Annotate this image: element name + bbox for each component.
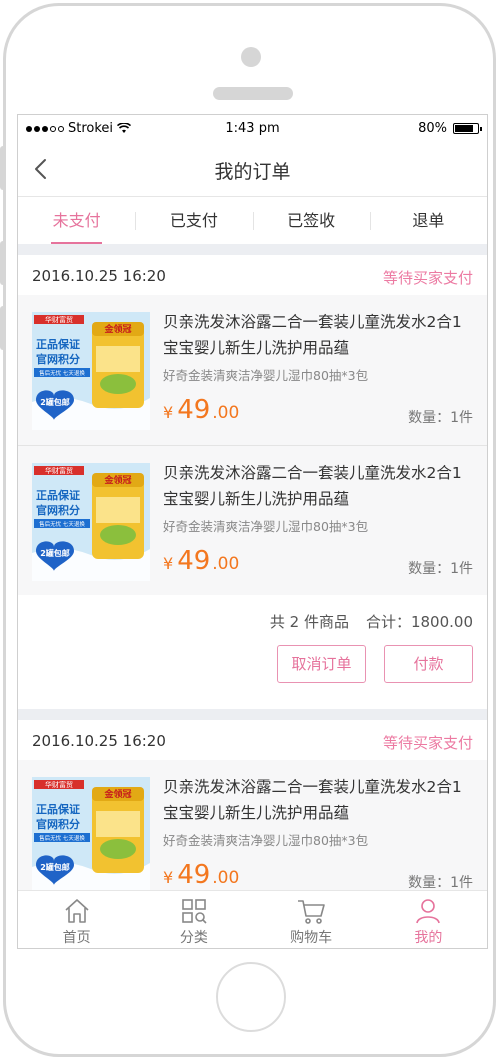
- svg-text:官网积分: 官网积分: [36, 817, 80, 831]
- svg-text:售后无忧 七天退换: 售后无忧 七天退换: [39, 369, 85, 377]
- tab-signed[interactable]: 已签收: [252, 198, 370, 244]
- order-status-tabs: 未支付 已支付 已签收 退单: [18, 198, 487, 244]
- price-integer: 49: [177, 546, 211, 576]
- svg-text:2罐包邮: 2罐包邮: [40, 548, 70, 558]
- product-spec: 好奇金装清爽洁净婴儿湿巾80抽*3包: [163, 833, 369, 848]
- product-spec: 好奇金装清爽洁净婴儿湿巾80抽*3包: [163, 519, 369, 534]
- category-icon: [182, 899, 207, 924]
- item-count: 共 2 件商品: [269, 613, 349, 631]
- user-icon: [416, 899, 441, 924]
- svg-text:华财富贸: 华财富贸: [45, 466, 73, 475]
- order-status: 等待买家支付: [382, 734, 473, 752]
- product-price: ¥ 49 .00: [163, 860, 239, 890]
- home-icon: [65, 899, 89, 923]
- status-bar: Strokei 1:43 pm 80%: [18, 115, 487, 141]
- order-item[interactable]: 华财富贸 金领冠 正品保证 官网积分 售后无忧 七天退换 2罐包邮 贝亲洗发沐浴…: [18, 295, 487, 445]
- product-title: 贝亲洗发沐浴露二合一套装儿童洗发水2合1宝宝婴儿新生儿洗护用品蕴: [163, 464, 462, 508]
- tab-paid[interactable]: 已支付: [135, 198, 252, 244]
- product-photo: 华财富贸 金领冠 正品保证 官网积分 售后无忧 七天退换 2罐包邮: [32, 777, 150, 895]
- order-card[interactable]: 2016.10.25 16:20 等待买家支付 华财富贸 金领冠 正品保证 官网…: [18, 720, 487, 910]
- order-item[interactable]: 华财富贸 金领冠 正品保证 官网积分 售后无忧 七天退换 2罐包邮 贝亲洗发沐浴…: [18, 760, 487, 910]
- svg-text:华财富贸: 华财富贸: [45, 780, 73, 789]
- home-button[interactable]: [216, 962, 286, 1032]
- navigation-bar: 我的订单: [18, 141, 487, 197]
- screen: Strokei 1:43 pm 80% 我的订单 未支付 已支付 已签收 退单 …: [17, 114, 488, 949]
- svg-text:正品保证: 正品保证: [36, 337, 80, 351]
- tab-unpaid[interactable]: 未支付: [18, 198, 135, 244]
- currency-symbol: ¥: [163, 403, 174, 422]
- cancel-order-button[interactable]: 取消订单: [277, 645, 366, 683]
- svg-text:正品保证: 正品保证: [36, 802, 80, 816]
- product-title: 贝亲洗发沐浴露二合一套装儿童洗发水2合1宝宝婴儿新生儿洗护用品蕴: [163, 778, 462, 822]
- order-card[interactable]: 2016.10.25 16:20 等待买家支付 华财富贸 金领冠 正品保证 官网…: [18, 255, 487, 709]
- product-image: 华财富贸 金领冠 正品保证 官网积分 售后无忧 七天退换 2罐包邮: [32, 777, 150, 895]
- order-header: 2016.10.25 16:20 等待买家支付: [18, 255, 487, 295]
- order-actions: 取消订单 付款: [18, 643, 487, 709]
- svg-text:售后无忧 七天退换: 售后无忧 七天退换: [39, 834, 85, 842]
- order-total: 合计：1800.00: [365, 613, 473, 631]
- currency-symbol: ¥: [163, 868, 174, 887]
- price-decimal: .00: [212, 554, 240, 574]
- svg-text:金领冠: 金领冠: [103, 788, 131, 800]
- bottom-nav-mine[interactable]: 我的: [370, 891, 487, 948]
- product-quantity: 数量：1件: [408, 561, 473, 577]
- bottom-nav-label: 我的: [414, 930, 443, 946]
- volume-down-button: [0, 306, 6, 350]
- bottom-nav-label: 购物车: [290, 930, 333, 946]
- currency-symbol: ¥: [163, 554, 174, 573]
- svg-text:金领冠: 金领冠: [103, 323, 131, 335]
- battery-icon: [453, 123, 482, 134]
- price-integer: 49: [177, 860, 211, 890]
- order-date: 2016.10.25 16:20: [32, 267, 166, 285]
- product-image: 华财富贸 金领冠 正品保证 官网积分 售后无忧 七天退换 2罐包邮: [32, 312, 150, 430]
- product-photo: 华财富贸 金领冠 正品保证 官网积分 售后无忧 七天退换 2罐包邮: [32, 312, 150, 430]
- order-summary: 共 2 件商品 合计：1800.00: [18, 595, 487, 643]
- front-camera: [241, 47, 261, 67]
- price-decimal: .00: [212, 868, 240, 888]
- bottom-tab-bar: 首页 分类 购物车 我的: [18, 890, 487, 948]
- bottom-nav-home[interactable]: 首页: [18, 891, 135, 948]
- price-decimal: .00: [212, 403, 240, 423]
- product-spec: 好奇金装清爽洁净婴儿湿巾80抽*3包: [163, 368, 369, 383]
- svg-text:官网积分: 官网积分: [36, 352, 80, 366]
- status-time: 1:43 pm: [225, 121, 280, 136]
- bottom-nav-category[interactable]: 分类: [135, 891, 252, 948]
- mute-switch: [0, 146, 6, 190]
- product-photo: 华财富贸 金领冠 正品保证 官网积分 售后无忧 七天退换 2罐包邮: [32, 463, 150, 581]
- page-title: 我的订单: [214, 161, 291, 183]
- cart-icon: [298, 900, 325, 924]
- volume-up-button: [0, 241, 6, 285]
- product-quantity: 数量：1件: [408, 410, 473, 426]
- order-item[interactable]: 华财富贸 金领冠 正品保证 官网积分 售后无忧 七天退换 2罐包邮 贝亲洗发沐浴…: [18, 445, 487, 595]
- section-divider: [18, 244, 487, 255]
- svg-text:2罐包邮: 2罐包邮: [40, 862, 70, 872]
- bottom-nav-label: 首页: [62, 930, 91, 946]
- pay-button[interactable]: 付款: [384, 645, 473, 683]
- product-price: ¥ 49 .00: [163, 395, 239, 425]
- order-date: 2016.10.25 16:20: [32, 732, 166, 750]
- earpiece-speaker: [213, 87, 293, 100]
- price-integer: 49: [177, 395, 211, 425]
- product-quantity: 数量：1件: [408, 875, 473, 891]
- order-status: 等待买家支付: [382, 269, 473, 287]
- svg-text:2罐包邮: 2罐包邮: [40, 397, 70, 407]
- product-title: 贝亲洗发沐浴露二合一套装儿童洗发水2合1宝宝婴儿新生儿洗护用品蕴: [163, 313, 462, 357]
- svg-text:华财富贸: 华财富贸: [45, 315, 73, 324]
- svg-text:正品保证: 正品保证: [36, 488, 80, 502]
- svg-text:官网积分: 官网积分: [36, 503, 80, 517]
- battery-percent: 80%: [418, 121, 447, 136]
- svg-text:金领冠: 金领冠: [103, 474, 131, 486]
- svg-text:售后无忧 七天退换: 售后无忧 七天退换: [39, 520, 85, 528]
- product-image: 华财富贸 金领冠 正品保证 官网积分 售后无忧 七天退换 2罐包邮: [32, 463, 150, 581]
- bottom-nav-cart[interactable]: 购物车: [253, 891, 370, 948]
- product-price: ¥ 49 .00: [163, 546, 239, 576]
- section-divider: [18, 709, 487, 720]
- bottom-nav-label: 分类: [179, 930, 208, 946]
- order-header: 2016.10.25 16:20 等待买家支付: [18, 720, 487, 760]
- tab-refund[interactable]: 退单: [369, 198, 487, 244]
